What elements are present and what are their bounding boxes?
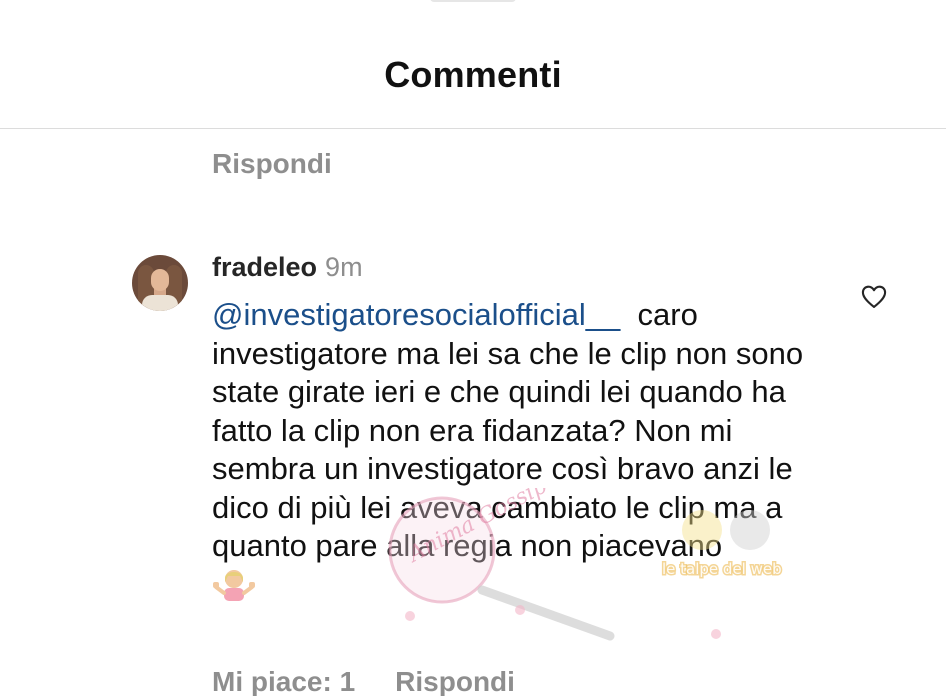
comments-screen: Commenti Rispondi fradeleo 9m @investigat… <box>0 0 946 696</box>
page-title: Commenti <box>384 54 562 95</box>
reply-button[interactable]: Rispondi <box>395 666 515 696</box>
timestamp: 9m <box>325 252 363 282</box>
comment-text: @investigatoresocialofficial__ caro inve… <box>212 296 832 604</box>
username[interactable]: fradeleo <box>212 252 317 282</box>
likes-count[interactable]: Mi piace: 1 <box>212 666 355 696</box>
avatar[interactable] <box>132 255 188 311</box>
comment-message: caro investigatore ma lei sa che le clip… <box>212 297 804 563</box>
previous-reply-button[interactable]: Rispondi <box>212 148 332 180</box>
heart-icon[interactable] <box>860 283 888 311</box>
drag-handle[interactable] <box>430 0 516 2</box>
comment-header: fradeleo 9m <box>212 252 363 283</box>
person-shrugging-emoji <box>213 569 255 601</box>
mention-link[interactable]: @investigatoresocialofficial__ <box>212 297 620 332</box>
comment-actions: Mi piace: 1 Rispondi <box>212 666 515 696</box>
header: Commenti <box>0 0 946 129</box>
